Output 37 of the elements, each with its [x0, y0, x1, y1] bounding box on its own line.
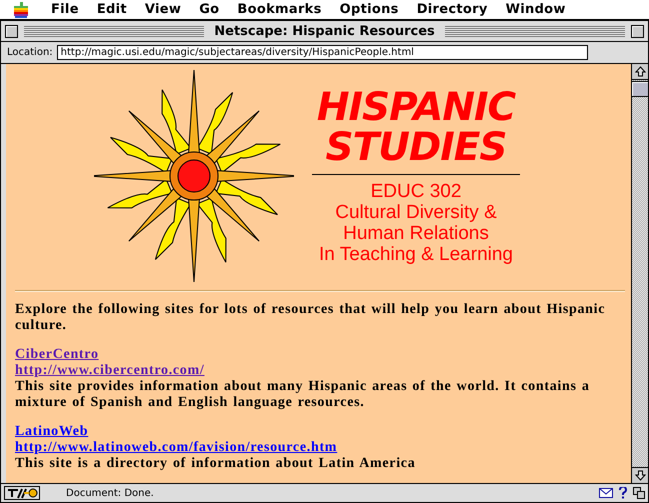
menu-item[interactable]: Go	[190, 2, 228, 17]
title-bar-stripes[interactable]	[444, 26, 625, 36]
scroll-up-arrow-icon[interactable]	[634, 66, 646, 77]
site-name-link[interactable]: LatinoWeb	[15, 424, 88, 440]
apple-logo-icon[interactable]	[14, 2, 28, 18]
mail-icon[interactable]	[599, 488, 613, 498]
intro-paragraph: Explore the following sites for lots of resources that will help you learn about Hispanic culture.	[15, 302, 606, 334]
scroll-down-arrow-icon[interactable]	[634, 470, 646, 481]
banner-heading: HISPANIC	[316, 88, 516, 128]
security-key-icon[interactable]	[4, 486, 40, 500]
title-bar-stripes[interactable]	[24, 26, 204, 36]
menu-item[interactable]: Window	[496, 2, 575, 17]
menu-item[interactable]: Directory	[408, 2, 497, 17]
banner-subtitle: Cultural Diversity &	[335, 202, 497, 223]
site-url-link[interactable]: http://www.latinoweb.com/favision/resource.htm	[15, 440, 338, 456]
status-text: Document: Done.	[65, 488, 155, 498]
location-label: Location:	[7, 47, 53, 58]
banner-subtitle: Human Relations	[343, 223, 489, 244]
windows-icon[interactable]	[633, 487, 645, 499]
scrollbar-thumb[interactable]	[632, 81, 648, 97]
zoom-box[interactable]	[631, 24, 644, 38]
site-url-link[interactable]: http://www.cibercentro.com/	[15, 363, 204, 379]
window-title: Netscape: Hispanic Resources	[213, 24, 436, 38]
close-box[interactable]	[5, 24, 18, 38]
site-name-link[interactable]: CiberCentro	[15, 347, 99, 363]
site-description: This site provides information about many Hispanic areas of the world. It contains a mixture of Spanish and English language resources.	[15, 379, 591, 411]
menu-item[interactable]: View	[136, 2, 190, 17]
banner-heading: STUDIES	[326, 128, 506, 168]
banner-subtitle: EDUC 302	[370, 181, 462, 202]
location-field[interactable]: http://magic.usi.edu/magic/subjectareas/diversity/HispanicPeople.html	[56, 45, 588, 60]
site-description: This site is a directory of information about Latin America	[15, 456, 416, 472]
menu-item[interactable]: Options	[330, 2, 408, 17]
banner-subtitle: In Teaching & Learning	[318, 244, 514, 265]
help-icon[interactable]	[619, 487, 627, 499]
menu-item[interactable]: Bookmarks	[228, 2, 331, 17]
menu-item[interactable]: Edit	[88, 2, 136, 17]
menu-item[interactable]: File	[42, 2, 88, 17]
